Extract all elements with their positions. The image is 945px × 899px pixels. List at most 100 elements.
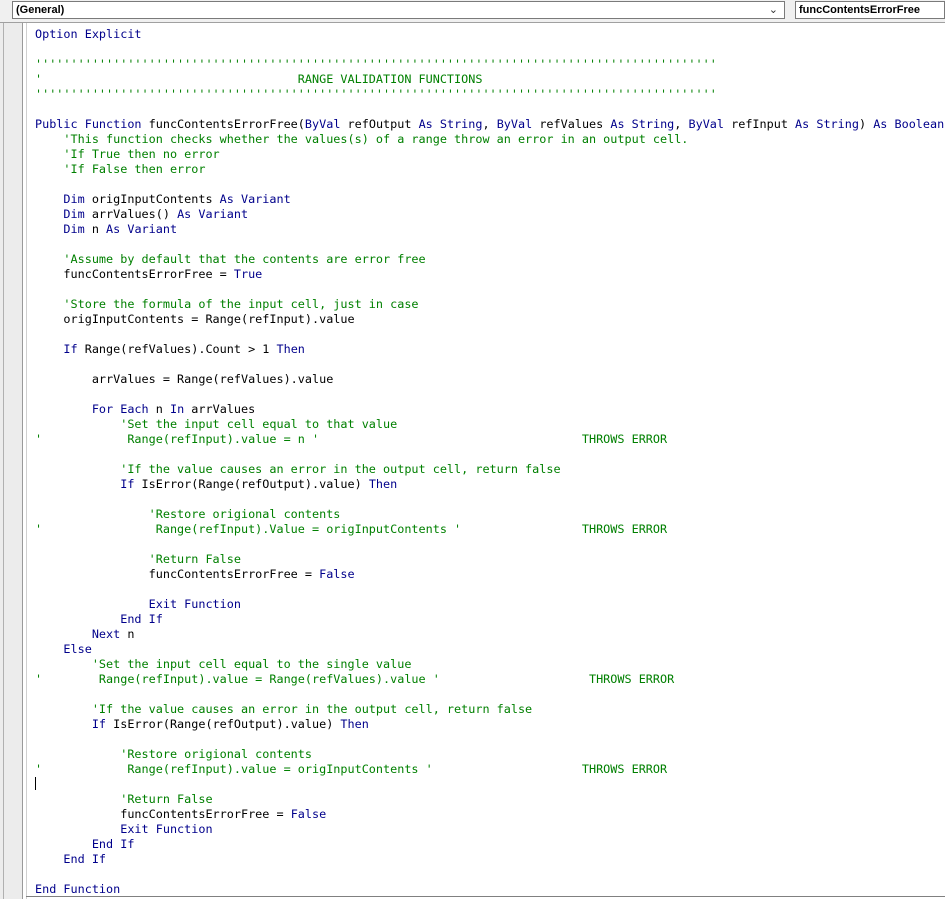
code-line[interactable]: 'Restore origional contents (35, 747, 940, 762)
code-line[interactable]: 'Store the formula of the input cell, ju… (35, 297, 940, 312)
keyword-token: As Boolean (873, 117, 945, 131)
code-line[interactable]: funcContentsErrorFree = False (35, 567, 940, 582)
keyword-token: If (35, 342, 85, 356)
comment-token: 'Set the input cell equal to the single … (35, 657, 412, 671)
comment-token: 'Return False (35, 792, 213, 806)
margin-divider (3, 23, 4, 899)
code-text-area[interactable]: Option Explicit '''''''''''''''''''''''''… (35, 27, 944, 897)
code-line[interactable] (35, 867, 940, 882)
code-line[interactable]: Dim n As Variant (35, 222, 940, 237)
code-line[interactable] (35, 327, 940, 342)
code-line[interactable]: ''''''''''''''''''''''''''''''''''''''''… (35, 57, 940, 72)
code-line[interactable] (35, 492, 940, 507)
code-line[interactable]: Public Function funcContentsErrorFree(By… (35, 117, 944, 132)
code-line[interactable]: 'If the value causes an error in the out… (35, 702, 940, 717)
code-line[interactable]: Else (35, 642, 940, 657)
chevron-down-icon[interactable]: ⌄ (769, 2, 778, 18)
code-line[interactable]: 'Assume by default that the contents are… (35, 252, 940, 267)
keyword-token: Else (35, 642, 92, 656)
comment-token: ' RANGE VALIDATION FUNCTIONS (35, 72, 483, 86)
code-line[interactable] (35, 732, 940, 747)
keyword-token: As String (610, 117, 675, 131)
keyword-token: End If (35, 837, 135, 851)
code-line[interactable] (35, 447, 940, 462)
comment-token: 'If the value causes an error in the out… (35, 702, 533, 716)
code-token: arrValues() (91, 207, 178, 221)
code-line[interactable] (35, 177, 940, 192)
code-line[interactable]: 'Return False (35, 552, 940, 567)
keyword-token: Option Explicit (35, 27, 142, 41)
code-line[interactable]: ' Range(refInput).value = origInputConte… (35, 762, 940, 777)
object-dropdown[interactable]: (General) ⌄ (12, 1, 785, 19)
code-line[interactable]: End If (35, 852, 940, 867)
code-line[interactable]: If IsError(Range(refOutput).value) Then (35, 477, 940, 492)
code-line[interactable]: 'Set the input cell equal to the single … (35, 657, 940, 672)
code-line[interactable]: Next n (35, 627, 940, 642)
keyword-token: False (290, 807, 327, 821)
comment-token: ' Range(refInput).value = Range(refValue… (35, 672, 675, 686)
keyword-token: Dim (35, 207, 92, 221)
comment-token: 'Restore origional contents (35, 507, 341, 521)
comment-token: 'Set the input cell equal to that value (35, 417, 398, 431)
code-line[interactable]: Exit Function (35, 822, 940, 837)
code-line[interactable]: 'This function checks whether the values… (35, 132, 940, 147)
comment-token: ''''''''''''''''''''''''''''''''''''''''… (35, 87, 717, 101)
code-line[interactable]: funcContentsErrorFree = True (35, 267, 940, 282)
code-line[interactable] (35, 102, 940, 117)
code-line[interactable]: ' Range(refInput).value = Range(refValue… (35, 672, 940, 687)
code-line[interactable]: ' RANGE VALIDATION FUNCTIONS (35, 72, 940, 87)
code-line[interactable]: 'Return False (35, 792, 940, 807)
code-window-toolbar: (General) ⌄ funcContentsErrorFree (0, 0, 945, 23)
keyword-token: As Variant (177, 207, 249, 221)
keyword-token: If (35, 717, 114, 731)
code-line[interactable]: If Range(refValues).Count > 1 Then (35, 342, 940, 357)
comment-token: 'Store the formula of the input cell, ju… (35, 297, 419, 311)
code-line[interactable]: ''''''''''''''''''''''''''''''''''''''''… (35, 87, 940, 102)
code-token: arrValues = Range(refValues).value (35, 372, 334, 386)
code-line[interactable]: 'Set the input cell equal to that value (35, 417, 940, 432)
code-line[interactable] (35, 357, 940, 372)
code-line[interactable]: Option Explicit (35, 27, 940, 42)
keyword-token: End If (35, 612, 163, 626)
code-line[interactable]: 'Restore origional contents (35, 507, 940, 522)
code-line[interactable] (35, 387, 940, 402)
code-line[interactable]: If IsError(Range(refOutput).value) Then (35, 717, 940, 732)
code-line[interactable]: Dim arrValues() As Variant (35, 207, 940, 222)
comment-token: 'If the value causes an error in the out… (35, 462, 561, 476)
code-line[interactable]: ' Range(refInput).value = n ' THROWS ERR… (35, 432, 940, 447)
comment-token: 'Assume by default that the contents are… (35, 252, 426, 266)
code-token: origInputContents (91, 192, 220, 206)
keyword-token: Then (340, 717, 369, 731)
code-line[interactable]: arrValues = Range(refValues).value (35, 372, 940, 387)
keyword-token: In (169, 402, 192, 416)
code-line[interactable]: 'If True then no error (35, 147, 940, 162)
code-token: n (127, 627, 135, 641)
code-line[interactable]: 'If the value causes an error in the out… (35, 462, 940, 477)
code-line[interactable]: ' Range(refInput).Value = origInputConte… (35, 522, 940, 537)
keyword-token: If (35, 477, 142, 491)
code-line[interactable] (35, 282, 940, 297)
keyword-token: As String (418, 117, 483, 131)
code-line[interactable] (35, 537, 940, 552)
code-line[interactable] (35, 687, 940, 702)
keyword-token: Exit Function (35, 597, 241, 611)
code-line[interactable]: funcContentsErrorFree = False (35, 807, 940, 822)
code-line[interactable] (35, 237, 940, 252)
code-line[interactable]: Dim origInputContents As Variant (35, 192, 940, 207)
code-line[interactable]: End If (35, 612, 940, 627)
keyword-token: Dim (35, 222, 92, 236)
code-line[interactable]: Exit Function (35, 597, 940, 612)
code-line[interactable]: For Each n In arrValues (35, 402, 940, 417)
keyword-token: Then (276, 342, 305, 356)
code-token: refInput (731, 117, 796, 131)
procedure-dropdown[interactable]: funcContentsErrorFree (795, 1, 945, 19)
code-line[interactable]: 'If False then error (35, 162, 940, 177)
code-line[interactable]: origInputContents = Range(refInput).valu… (35, 312, 940, 327)
code-line[interactable]: End Function (35, 882, 940, 897)
comment-token: ''''''''''''''''''''''''''''''''''''''''… (35, 57, 717, 71)
code-line[interactable] (35, 42, 940, 57)
code-line[interactable] (35, 582, 940, 597)
code-line[interactable] (35, 777, 940, 792)
code-token: origInputContents = Range(refInput).valu… (35, 312, 355, 326)
code-line[interactable]: End If (35, 837, 940, 852)
